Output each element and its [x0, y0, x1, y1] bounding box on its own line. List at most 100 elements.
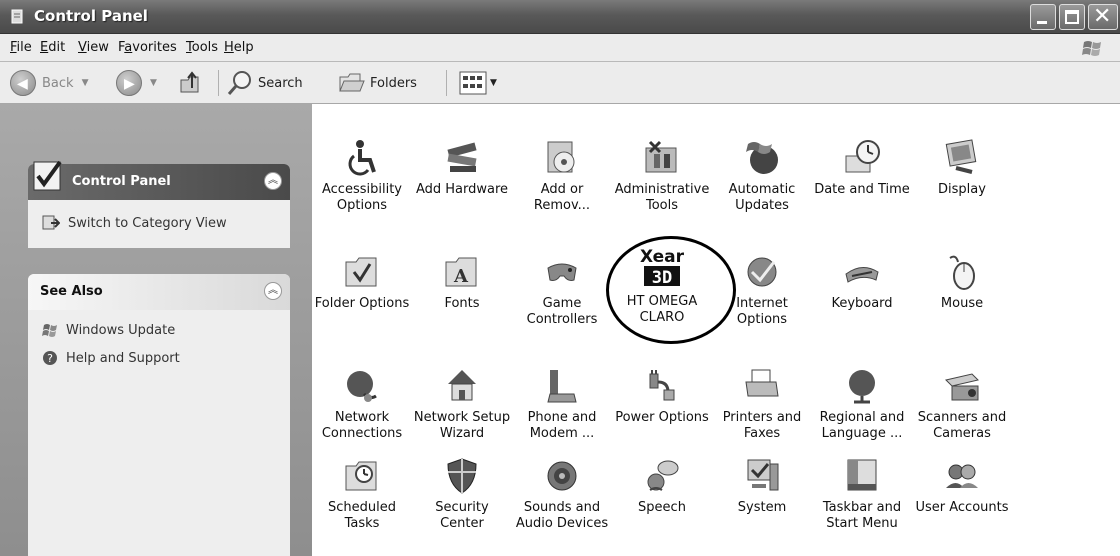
folder-options-icon	[345, 257, 377, 287]
search-button[interactable]: Search	[226, 68, 303, 98]
highlight-circle	[606, 236, 736, 344]
switch-view-label: Switch to Category View	[68, 215, 227, 231]
switch-category-view-link[interactable]: Switch to Category View	[42, 214, 227, 232]
views-icon	[459, 71, 487, 95]
close-button[interactable]: ✕	[1088, 4, 1118, 30]
see-also-title: See Also	[40, 284, 103, 299]
speech[interactable]: Speech	[612, 456, 712, 516]
maximize-button[interactable]	[1059, 4, 1085, 30]
scheduled-tasks[interactable]: Scheduled Tasks	[312, 456, 412, 532]
scanners-and-cameras[interactable]: Scanners and Cameras	[912, 366, 1012, 442]
date-and-time[interactable]: Date and Time	[812, 138, 912, 198]
folders-label: Folders	[370, 75, 417, 91]
control-panel-box-header[interactable]: Control Panel ︽	[28, 160, 290, 200]
admin-tools-icon	[645, 140, 677, 173]
network-setup-wizard[interactable]: Network Setup Wizard	[412, 366, 512, 442]
minimize-icon	[1037, 21, 1047, 24]
control-panel-icon	[11, 9, 23, 24]
back-button[interactable]: ◀ Back ▼	[10, 68, 88, 98]
help-support-link[interactable]: ? Help and Support	[42, 350, 180, 366]
administrative-tools[interactable]: Administrative Tools	[612, 138, 712, 214]
printers-and-faxes[interactable]: Printers and Faxes	[712, 366, 812, 442]
chevron-down-icon[interactable]: ▼	[490, 78, 497, 88]
sounds-and-audio-devices[interactable]: Sounds and Audio Devices	[512, 456, 612, 532]
control-panel-icon	[33, 160, 62, 191]
keyboard[interactable]: Keyboard	[812, 252, 912, 312]
accessibility-icon	[348, 140, 376, 176]
see-also-box: See Also ︽ Windows Update ? Help and Sup…	[28, 274, 290, 556]
up-folder-icon	[180, 71, 199, 93]
game-controllers[interactable]: Game Controllers	[512, 252, 612, 328]
icon-grid: Accessibility Options Add Hardware Add or…	[312, 104, 1120, 556]
switch-view-icon	[42, 215, 60, 230]
window-title: Control Panel	[34, 7, 148, 25]
menu-help[interactable]: Help	[224, 40, 254, 55]
user-accounts[interactable]: User Accounts	[912, 456, 1012, 516]
display-icon	[945, 139, 977, 174]
menu-file[interactable]: File	[10, 40, 32, 55]
menu-favorites[interactable]: Favorites	[118, 40, 177, 55]
fonts[interactable]: A Fonts	[412, 252, 512, 312]
collapse-icon[interactable]: ︽	[264, 282, 282, 300]
mouse-icon	[949, 255, 975, 290]
control-panel-box: Control Panel ︽ Switch to Category View	[28, 160, 290, 248]
help-support-label: Help and Support	[66, 350, 180, 366]
task-pane: Control Panel ︽ Switch to Category View …	[0, 104, 312, 556]
scanner-icon	[945, 373, 979, 401]
network-connections[interactable]: Network Connections	[312, 366, 412, 442]
up-folder-button[interactable]	[178, 68, 204, 98]
gamepad-icon	[547, 263, 577, 281]
mouse[interactable]: Mouse	[912, 252, 1012, 312]
speech-icon	[647, 460, 679, 491]
search-label: Search	[258, 75, 303, 91]
forward-button[interactable]: ▶ ▼	[116, 68, 157, 98]
views-button[interactable]: ▼	[458, 68, 497, 98]
shield-icon	[447, 458, 477, 494]
svg-text:A: A	[453, 266, 469, 287]
accessibility-options[interactable]: Accessibility Options	[312, 138, 412, 214]
security-center[interactable]: Security Center	[412, 456, 512, 532]
search-icon	[227, 71, 251, 95]
add-remove-programs[interactable]: Add or Remov...	[512, 138, 612, 214]
folders-button[interactable]: Folders	[338, 68, 417, 98]
power-icon	[649, 370, 675, 401]
menu-view[interactable]: View	[78, 40, 109, 55]
menu-tools[interactable]: Tools	[186, 40, 218, 55]
hardware-icon	[447, 142, 477, 172]
updates-icon	[746, 142, 778, 174]
phone-icon	[547, 370, 577, 403]
folder-options[interactable]: Folder Options	[312, 252, 412, 312]
phone-and-modem[interactable]: Phone and Modem ...	[512, 366, 612, 442]
globe-icon	[747, 257, 777, 287]
back-label: Back	[42, 75, 74, 91]
scheduled-tasks-icon	[345, 461, 377, 491]
menu-edit[interactable]: Edit	[40, 40, 65, 55]
display[interactable]: Display	[912, 138, 1012, 198]
regional-and-language[interactable]: Regional and Language ...	[812, 366, 912, 442]
see-also-box-header[interactable]: See Also ︽	[28, 274, 290, 310]
maximize-icon	[1065, 10, 1079, 24]
add-hardware[interactable]: Add Hardware	[412, 138, 512, 198]
back-arrow-icon: ◀	[10, 70, 36, 96]
toolbar: ◀ Back ▼ ▶ ▼ Search Folders ▼	[0, 62, 1120, 104]
windows-update-label: Windows Update	[66, 322, 176, 338]
clock-icon	[845, 140, 880, 173]
power-options[interactable]: Power Options	[612, 366, 712, 426]
taskbar-and-start-menu[interactable]: Taskbar and Start Menu	[812, 456, 912, 532]
help-icon: ?	[43, 351, 57, 365]
fonts-icon: A	[445, 257, 477, 287]
collapse-icon[interactable]: ︽	[264, 172, 282, 190]
add-remove-icon	[547, 141, 575, 173]
system[interactable]: System	[712, 456, 812, 516]
close-icon: ✕	[1093, 4, 1112, 29]
world-icon	[849, 370, 875, 404]
windows-update-link[interactable]: Windows Update	[42, 322, 175, 338]
chevron-down-icon[interactable]: ▼	[82, 78, 89, 88]
title-bar: Control Panel ✕	[0, 0, 1120, 34]
network-wizard-icon	[448, 370, 476, 401]
speaker-icon	[547, 461, 577, 491]
automatic-updates[interactable]: Automatic Updates	[712, 138, 812, 214]
chevron-down-icon[interactable]: ▼	[150, 78, 157, 88]
printer-icon	[745, 369, 779, 397]
minimize-button[interactable]	[1030, 4, 1056, 30]
